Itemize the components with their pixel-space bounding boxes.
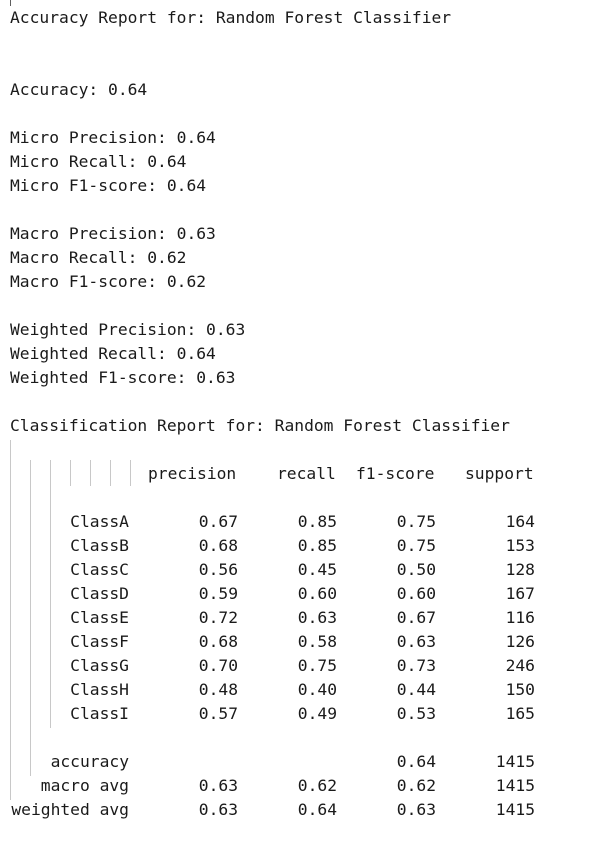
table-row-precision: 0.59 <box>198 584 238 603</box>
metric-weighted-precision: Weighted Precision: 0.63 <box>10 320 246 339</box>
table-row-precision: 0.48 <box>198 680 238 699</box>
metric-accuracy: Accuracy: 0.64 <box>10 80 148 99</box>
metric-micro-recall: Micro Recall: 0.64 <box>10 152 187 171</box>
summary-row-precision: 0.63 <box>198 800 238 819</box>
table-row-label: ClassD <box>70 584 129 603</box>
indent-guide <box>50 460 51 728</box>
table-row-label: ClassB <box>70 536 129 555</box>
table-row-support: 165 <box>505 704 535 723</box>
table-row-recall: 0.40 <box>297 680 337 699</box>
table-row-support: 153 <box>505 536 535 555</box>
table-row-label: ClassG <box>70 656 129 675</box>
metric-macro-f1: Macro F1-score: 0.62 <box>10 272 207 291</box>
summary-row-f1-score: 0.64 <box>396 752 436 771</box>
table-row-support: 167 <box>505 584 535 603</box>
table-row-precision: 0.56 <box>198 560 238 579</box>
header-support: support <box>465 464 534 483</box>
table-row-precision: 0.68 <box>198 536 238 555</box>
table-row-recall: 0.85 <box>297 512 337 531</box>
table-row-recall: 0.63 <box>297 608 337 627</box>
metric-macro-precision: Macro Precision: 0.63 <box>10 224 216 243</box>
summary-row-support: 1415 <box>495 800 535 819</box>
table-row-support: 150 <box>505 680 535 699</box>
table-row-recall: 0.85 <box>297 536 337 555</box>
indent-guide <box>110 460 111 486</box>
table-row-f1-score: 0.60 <box>396 584 436 603</box>
table-row-recall: 0.49 <box>297 704 337 723</box>
summary-row-label: macro avg <box>40 776 129 795</box>
table-row-label: ClassA <box>70 512 129 531</box>
summary-row-label: accuracy <box>50 752 129 771</box>
table-row-f1-score: 0.75 <box>396 536 436 555</box>
table-row-label: ClassE <box>70 608 129 627</box>
table-row-label: ClassH <box>70 680 129 699</box>
table-row-label: ClassF <box>70 632 129 651</box>
metric-weighted-recall: Weighted Recall: 0.64 <box>10 344 216 363</box>
summary-row-f1-score: 0.63 <box>396 800 436 819</box>
table-row-support: 116 <box>505 608 535 627</box>
table-row-recall: 0.58 <box>297 632 337 651</box>
table-row-f1-score: 0.73 <box>396 656 436 675</box>
table-row-label: ClassI <box>70 704 129 723</box>
indent-guide <box>90 460 91 486</box>
table-row-f1-score: 0.44 <box>396 680 436 699</box>
table-row-support: 164 <box>505 512 535 531</box>
table-row-precision: 0.57 <box>198 704 238 723</box>
classification-report-title: Classification Report for: Random Forest… <box>10 416 510 435</box>
metric-micro-precision: Micro Precision: 0.64 <box>10 128 216 147</box>
table-row-f1-score: 0.63 <box>396 632 436 651</box>
summary-row-recall: 0.64 <box>297 800 337 819</box>
summary-row-label: weighted avg <box>11 800 129 819</box>
header-precision: precision <box>148 464 237 483</box>
summary-row-recall: 0.62 <box>297 776 337 795</box>
table-row-precision: 0.67 <box>198 512 238 531</box>
table-row-recall: 0.45 <box>297 560 337 579</box>
table-row-f1-score: 0.75 <box>396 512 436 531</box>
metric-micro-f1: Micro F1-score: 0.64 <box>10 176 207 195</box>
summary-row-support: 1415 <box>495 752 535 771</box>
table-row-label: ClassC <box>70 560 129 579</box>
header-f1-score: f1-score <box>356 464 435 483</box>
table-row-support: 128 <box>505 560 535 579</box>
table-row-recall: 0.75 <box>297 656 337 675</box>
metric-macro-recall: Macro Recall: 0.62 <box>10 248 187 267</box>
summary-row-support: 1415 <box>495 776 535 795</box>
table-row-support: 246 <box>505 656 535 675</box>
output-panel: Accuracy Report for: Random Forest Class… <box>0 0 597 848</box>
table-row-precision: 0.68 <box>198 632 238 651</box>
table-row-precision: 0.70 <box>198 656 238 675</box>
header-recall: recall <box>277 464 336 483</box>
table-row-precision: 0.72 <box>198 608 238 627</box>
table-row-f1-score: 0.67 <box>396 608 436 627</box>
indent-guide <box>10 440 11 800</box>
accuracy-report-title: Accuracy Report for: Random Forest Class… <box>10 8 452 27</box>
indent-guide <box>30 460 31 776</box>
metric-weighted-f1: Weighted F1-score: 0.63 <box>10 368 236 387</box>
table-row-f1-score: 0.53 <box>396 704 436 723</box>
table-row-recall: 0.60 <box>297 584 337 603</box>
indent-guide <box>70 460 71 486</box>
table-row-support: 126 <box>505 632 535 651</box>
table-row-f1-score: 0.50 <box>396 560 436 579</box>
summary-row-precision: 0.63 <box>198 776 238 795</box>
summary-row-f1-score: 0.62 <box>396 776 436 795</box>
indent-guide <box>130 460 131 486</box>
